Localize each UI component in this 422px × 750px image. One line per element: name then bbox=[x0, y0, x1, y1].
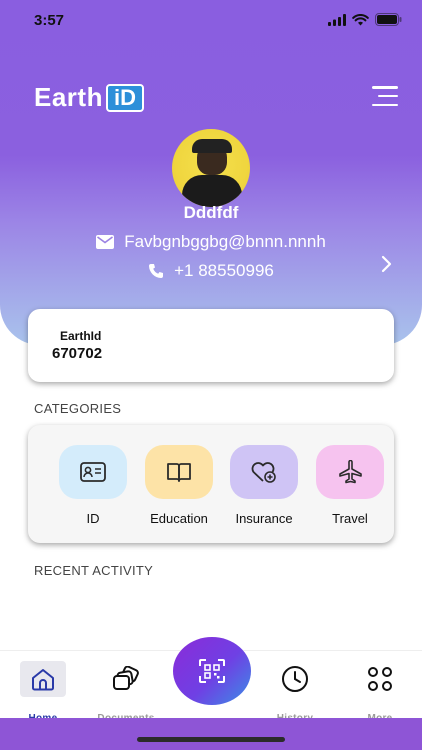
recent-activity-title: RECENT ACTIVITY bbox=[34, 563, 154, 578]
earthid-value: 670702 bbox=[52, 345, 103, 362]
heart-plus-icon bbox=[251, 462, 276, 483]
scan-button[interactable] bbox=[173, 637, 251, 705]
tab-documents[interactable]: Documents bbox=[91, 661, 161, 724]
status-time: 3:57 bbox=[34, 12, 65, 29]
status-bar: 3:57 bbox=[0, 0, 422, 44]
menu-icon bbox=[372, 86, 398, 89]
book-icon bbox=[167, 463, 191, 482]
category-travel[interactable]: Travel bbox=[310, 445, 390, 526]
logo-badge: iD bbox=[105, 83, 144, 112]
documents-icon bbox=[113, 666, 139, 690]
home-indicator bbox=[137, 737, 285, 742]
category-education[interactable]: Education bbox=[139, 445, 219, 526]
category-label: Travel bbox=[332, 511, 368, 526]
categories-title: CATEGORIES bbox=[34, 401, 122, 416]
avatar[interactable] bbox=[172, 129, 250, 207]
wifi-icon bbox=[352, 13, 369, 25]
tab-home[interactable]: Home bbox=[8, 661, 78, 724]
category-id[interactable]: ID bbox=[53, 445, 133, 526]
category-label: ID bbox=[86, 511, 100, 526]
tab-more[interactable]: More bbox=[345, 661, 415, 724]
category-label: Education bbox=[150, 511, 208, 526]
signal-icon bbox=[328, 13, 346, 26]
chevron-right-icon[interactable] bbox=[380, 255, 392, 273]
home-icon bbox=[32, 669, 54, 691]
bottom-strip bbox=[0, 718, 422, 750]
logo-word: Earth bbox=[34, 82, 103, 112]
profile-email: Favbgnbggbg@bnnn.nnnh bbox=[124, 232, 326, 251]
earthid-label: EarthId bbox=[60, 329, 102, 343]
earthid-logo: Earth iD bbox=[34, 82, 144, 113]
qr-scan-icon bbox=[199, 659, 225, 683]
grid-icon bbox=[368, 667, 392, 691]
battery-icon bbox=[375, 13, 402, 26]
email-row: Favbgnbggbg@bnnn.nnnh bbox=[0, 232, 422, 252]
clock-icon bbox=[282, 666, 308, 692]
plane-icon bbox=[339, 460, 362, 484]
menu-button[interactable] bbox=[372, 86, 398, 106]
profile-phone: +1 88550996 bbox=[174, 261, 274, 280]
id-card-icon bbox=[80, 462, 106, 482]
phone-row: +1 88550996 bbox=[0, 261, 422, 281]
category-label: Insurance bbox=[235, 511, 293, 526]
app-screen: 3:57 Earth iD Dddfdf Favbgnbggbg@bnnn.nn… bbox=[0, 0, 422, 750]
profile-name: Dddfdf bbox=[183, 203, 239, 222]
tab-history[interactable]: History bbox=[260, 661, 330, 724]
categories-card: ID Education Insurance Travel bbox=[28, 425, 394, 543]
earthid-card[interactable]: EarthId 670702 bbox=[28, 309, 394, 382]
mail-icon bbox=[96, 235, 115, 249]
category-insurance[interactable]: Insurance bbox=[224, 445, 304, 526]
phone-icon bbox=[149, 264, 164, 278]
